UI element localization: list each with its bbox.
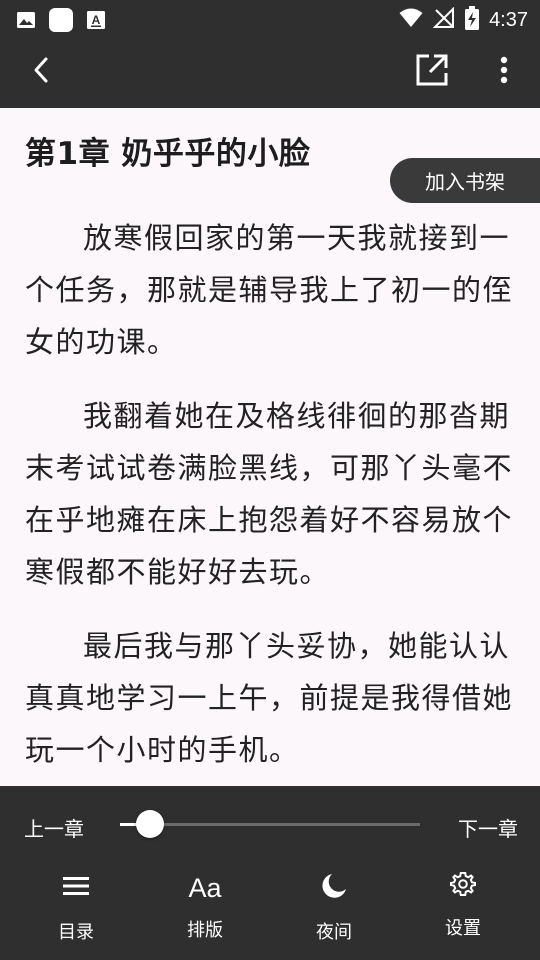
menu-list-icon: [62, 874, 90, 902]
app-bar: [0, 36, 540, 108]
chevron-left-icon: [30, 56, 54, 88]
add-to-shelf-button[interactable]: 加入书架: [390, 158, 540, 203]
menu-label: 目录: [58, 922, 94, 943]
paragraph: 我翻着她在及格线徘徊的那沓期末考试试卷满脸黑线，可那丫头毫不在乎地瘫在床上抱怨着…: [25, 399, 514, 589]
status-bar: A 4:37: [0, 0, 540, 36]
reader-control-panel: 上一章 下一章 目录 Aa 排版 夜间 设置: [0, 786, 540, 960]
menu-item-settings[interactable]: 设置: [408, 866, 518, 956]
chapter-title: 第1章 奶乎乎的小脸: [25, 136, 311, 172]
next-chapter-button[interactable]: 下一章: [458, 813, 518, 842]
menu-item-catalog[interactable]: 目录: [21, 866, 131, 956]
system-icons: 4:37: [399, 6, 528, 34]
gear-icon: [450, 871, 476, 901]
font-download-icon: A: [86, 10, 106, 34]
image-icon: [16, 10, 36, 34]
reading-content[interactable]: 第1章 奶乎乎的小脸 加入书架 放寒假回家的第一天我就接到一个任务，那就是辅导我…: [0, 108, 540, 786]
prev-chapter-button[interactable]: 上一章: [24, 813, 84, 842]
battery-charging-icon: [465, 6, 480, 34]
paragraph: 放寒假回家的第一天我就接到一个任务，那就是辅导我上了初一的侄女的功课。: [25, 221, 514, 359]
more-vertical-icon: [500, 56, 508, 88]
status-time: 4:37: [489, 8, 528, 31]
svg-text:A: A: [92, 13, 101, 27]
no-signal-icon: [432, 6, 455, 33]
back-button[interactable]: [22, 52, 62, 92]
menu-label: 夜间: [316, 922, 352, 943]
moon-icon: [320, 872, 348, 904]
menu-label: 设置: [445, 918, 481, 939]
bottom-menu: 目录 Aa 排版 夜间 设置: [0, 866, 540, 960]
open-external-icon: [415, 53, 449, 91]
more-button[interactable]: [484, 52, 524, 92]
menu-item-night[interactable]: 夜间: [279, 866, 389, 956]
menu-label: 排版: [187, 920, 223, 941]
chapter-body: 放寒假回家的第一天我就接到一个任务，那就是辅导我上了初一的侄女的功课。 我翻着她…: [25, 212, 520, 786]
chapter-progress-slider[interactable]: [120, 810, 420, 838]
slider-thumb[interactable]: [136, 810, 164, 838]
paragraph: 最后我与那丫头妥协，她能认认真真地学习一上午，前提是我得借她玩一个小时的手机。: [25, 629, 514, 767]
menu-item-layout[interactable]: Aa 排版: [150, 866, 260, 956]
notification-icons: A: [16, 7, 106, 37]
font-aa-icon: Aa: [188, 872, 222, 903]
share-button[interactable]: [412, 52, 452, 92]
app-icon: [48, 7, 74, 37]
wifi-icon: [399, 8, 423, 32]
